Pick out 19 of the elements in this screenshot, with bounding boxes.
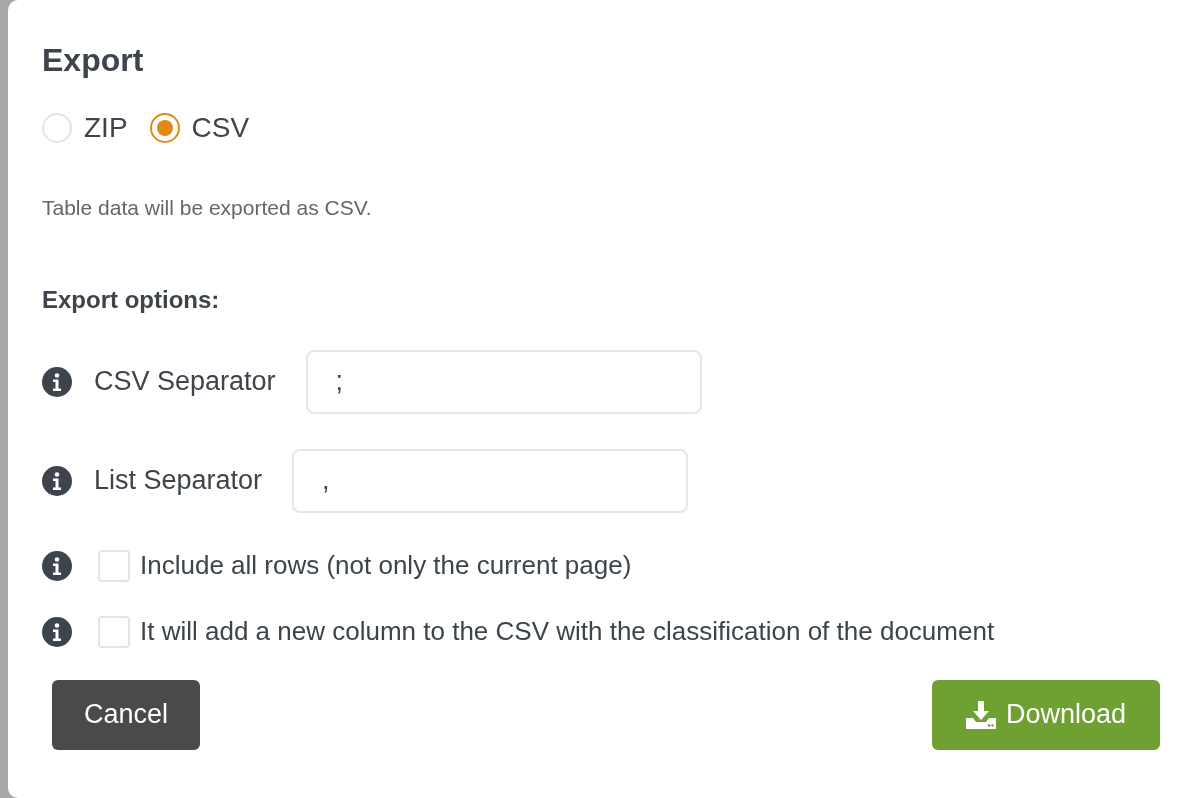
dialog-title: Export	[42, 41, 144, 80]
checkbox[interactable]	[98, 615, 130, 648]
options-heading: Export options:	[42, 284, 220, 315]
separator-field[interactable]: ,	[292, 448, 689, 513]
checkbox-label: Include all rows (not only the current page)	[140, 549, 632, 582]
description-text: Table data will be exported as CSV.	[42, 195, 372, 221]
info-icon[interactable]	[42, 616, 72, 647]
info-icon[interactable]	[42, 366, 72, 397]
cancel-button[interactable]: Cancel	[52, 679, 200, 750]
download-icon	[965, 700, 996, 729]
checkbox-label: It will add a new column to the CSV with the classification of the document	[140, 615, 995, 648]
format-radio[interactable]: ZIP	[42, 107, 128, 149]
info-icon[interactable]	[42, 550, 72, 581]
format-radio[interactable]: CSV	[149, 107, 250, 149]
separator-field[interactable]: ;	[305, 349, 702, 414]
field-label: CSV Separator	[94, 365, 276, 399]
info-icon[interactable]	[42, 465, 72, 496]
checkbox[interactable]	[98, 549, 130, 582]
field-label: List Separator	[94, 464, 263, 498]
